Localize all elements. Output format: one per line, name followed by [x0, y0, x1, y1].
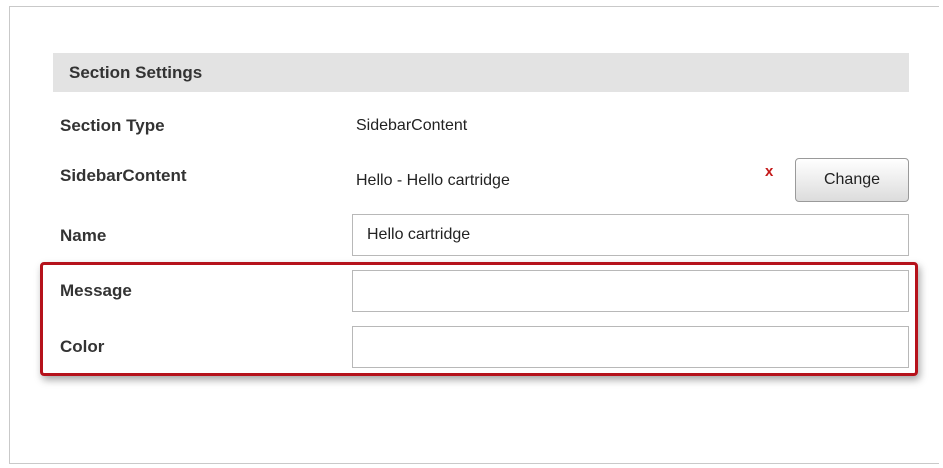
name-input[interactable] — [352, 214, 909, 256]
section-type-value: SidebarContent — [356, 117, 468, 134]
section-settings-header: Section Settings — [53, 53, 909, 92]
remove-sidebar-content-icon[interactable]: x — [765, 163, 773, 180]
section-type-label: Section Type — [60, 116, 165, 135]
change-button[interactable]: Change — [795, 158, 909, 202]
message-input[interactable] — [352, 270, 909, 312]
message-label: Message — [60, 281, 132, 300]
name-label: Name — [60, 226, 107, 245]
section-settings-title: Section Settings — [69, 63, 203, 82]
sidebar-content-value: Hello - Hello cartridge — [356, 172, 510, 189]
color-label: Color — [60, 337, 105, 356]
color-input[interactable] — [352, 326, 909, 368]
sidebar-content-label: SidebarContent — [60, 166, 187, 185]
